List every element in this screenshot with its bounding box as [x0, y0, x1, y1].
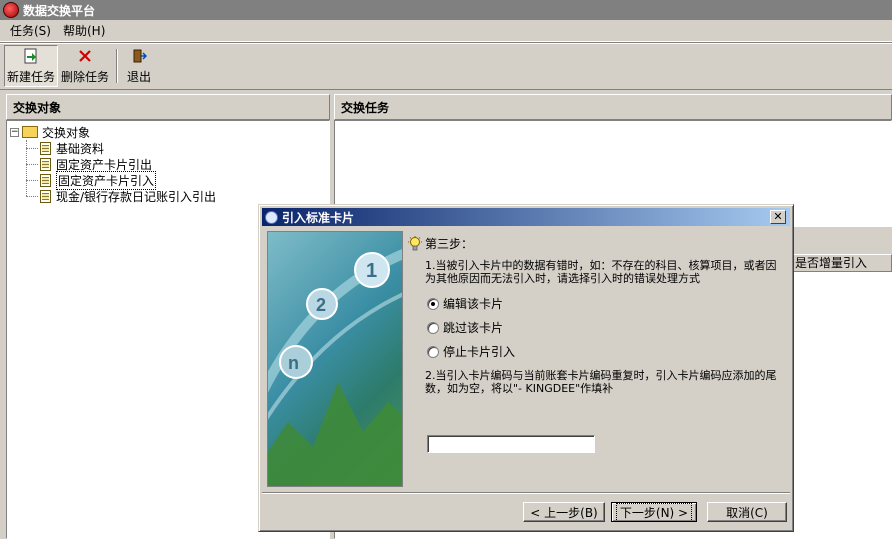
step-label: 第三步： [425, 237, 474, 251]
option-edit-card[interactable]: 编辑该卡片 [427, 295, 503, 312]
lightbulb-icon [408, 235, 422, 250]
new-task-button[interactable]: 新建任务 [4, 45, 58, 87]
option-label: 跳过该卡片 [443, 321, 504, 335]
cancel-button[interactable]: 取消(C) [707, 502, 787, 522]
tree-item-label: 基础资料 [56, 141, 105, 156]
next-button[interactable]: 下一步(N) > [611, 502, 697, 522]
option-stop-import[interactable]: 停止卡片引入 [427, 343, 515, 360]
tree-item-label: 现金/银行存款日记账引入引出 [56, 189, 217, 204]
step-indicator: 第三步： [407, 235, 473, 252]
new-task-icon [22, 47, 40, 65]
window-title-bar[interactable]: 数据交换平台 [0, 0, 892, 20]
tree-item-asset-card-import[interactable]: 固定资产卡片引入 [10, 170, 216, 190]
folder-open-icon [22, 126, 38, 138]
delete-task-label: 删除任务 [60, 70, 109, 84]
document-icon [40, 141, 51, 155]
menu-task[interactable]: 任务(S) [4, 22, 57, 39]
tree-root-label: 交换对象 [42, 125, 91, 140]
delete-x-icon [76, 47, 94, 65]
option-label: 编辑该卡片 [443, 297, 504, 311]
exit-label: 退出 [126, 70, 151, 84]
tree-connector-line [26, 140, 27, 196]
dialog-title: 引入标准卡片 [282, 210, 355, 225]
exchange-tasks-header: 交换任务 [334, 94, 892, 120]
task-list-header-strip [790, 226, 892, 254]
dialog-app-icon [265, 210, 278, 224]
wizard-banner-art: 1 2 n [268, 249, 402, 486]
exchange-objects-header: 交换对象 [6, 94, 330, 120]
wizard-banner-image: 1 2 n [267, 231, 403, 487]
svg-text:n: n [288, 353, 299, 373]
option-label: 停止卡片引入 [443, 345, 516, 359]
exit-button[interactable]: 退出 [122, 45, 156, 87]
cancel-button-label: 取消(C) [726, 505, 768, 520]
window-title: 数据交换平台 [23, 3, 96, 18]
instruction-code-suffix: 2.当引入卡片编码与当前账套卡片编码重复时，引入卡片编码应添加的尾数，如为空，将… [425, 369, 777, 395]
toolbar-separator [116, 49, 118, 83]
document-icon [40, 173, 51, 187]
radio-icon[interactable] [427, 321, 439, 334]
tree-item-basic-data[interactable]: 基础资料 [10, 140, 216, 156]
collapse-icon[interactable]: − [10, 127, 19, 137]
radio-icon[interactable] [427, 345, 439, 358]
toolbar: 新建任务 删除任务 退出 [0, 42, 892, 90]
app-icon [3, 2, 19, 18]
document-icon [40, 157, 51, 171]
exchange-object-tree: − 交换对象 基础资料 固定资产卡片引出 固定资产卡片引入 现金/银行存款日记账… [10, 124, 216, 204]
back-button-label: < 上一步(B) [530, 505, 598, 520]
svg-text:1: 1 [366, 260, 377, 282]
next-button-label: 下一步(N) > [615, 502, 693, 522]
svg-text:2: 2 [316, 295, 326, 315]
dialog-separator [262, 492, 790, 494]
menu-help[interactable]: 帮助(H) [57, 22, 111, 39]
delete-task-button[interactable]: 删除任务 [58, 45, 112, 87]
menu-bar: 任务(S) 帮助(H) [0, 20, 892, 42]
column-header-incremental-import[interactable]: 是否增量引入 [790, 254, 892, 272]
dialog-close-button[interactable]: ✕ [770, 210, 786, 224]
tree-item-cash-bank-journal[interactable]: 现金/银行存款日记账引入引出 [10, 188, 216, 204]
new-task-label: 新建任务 [6, 70, 55, 84]
dialog-title-bar[interactable]: 引入标准卡片 ✕ [262, 208, 790, 226]
code-suffix-input[interactable] [427, 435, 595, 453]
import-card-dialog: 引入标准卡片 ✕ 1 2 n 第三步： 1.当被引入卡片中的数据有错时，如：不存… [258, 204, 794, 532]
radio-checked-icon[interactable] [427, 297, 439, 310]
document-icon [40, 189, 51, 203]
tree-root[interactable]: − 交换对象 [10, 124, 216, 140]
exit-door-icon [130, 47, 148, 65]
instruction-error-handling: 1.当被引入卡片中的数据有错时，如：不存在的科目、核算项目，或者因为其他原因而无… [425, 259, 777, 285]
back-button[interactable]: < 上一步(B) [523, 502, 605, 522]
option-skip-card[interactable]: 跳过该卡片 [427, 319, 503, 336]
